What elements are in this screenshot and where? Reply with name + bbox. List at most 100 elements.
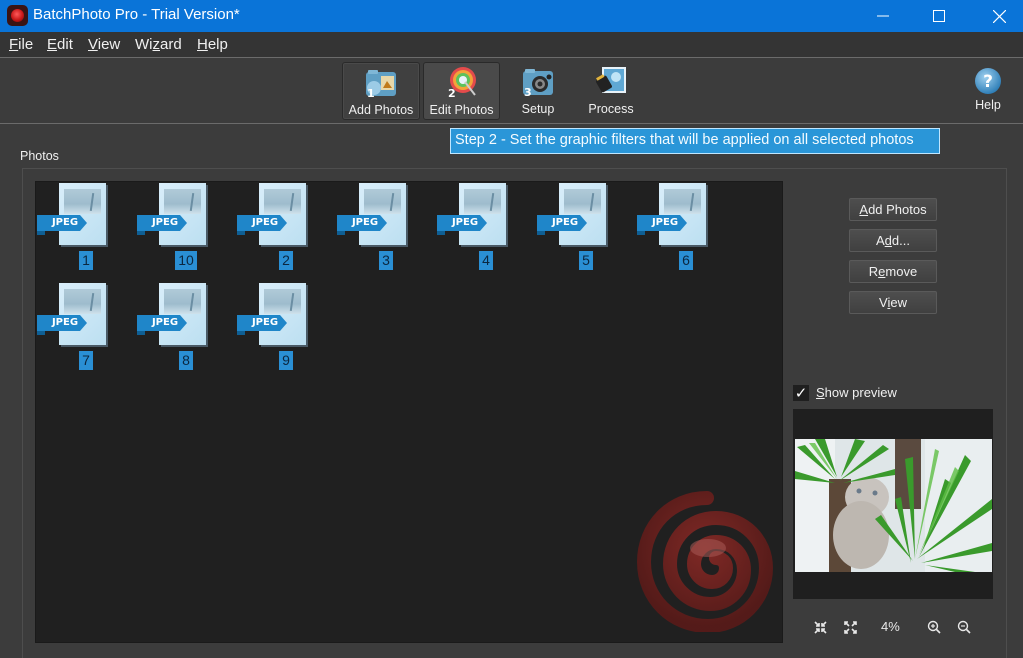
- zoom-in-button[interactable]: [927, 619, 941, 635]
- maximize-icon: [933, 10, 945, 22]
- photo-thumbnail[interactable]: JPEG 4: [437, 183, 535, 273]
- step-add-photos-button[interactable]: 1 Add Photos: [342, 62, 420, 120]
- process-icon: [594, 65, 628, 97]
- menu-file[interactable]: File: [9, 36, 33, 53]
- photo-thumbnail[interactable]: JPEG 2: [237, 183, 335, 273]
- jpeg-file-icon: [359, 183, 406, 245]
- add-photos-button[interactable]: Add Photos: [849, 198, 937, 221]
- thumbnail-label: 5: [579, 251, 593, 270]
- accel: S: [816, 385, 825, 400]
- thumbnail-label: 3: [379, 251, 393, 270]
- add-button[interactable]: Add...: [849, 229, 937, 252]
- zoom-in-icon: [927, 620, 941, 634]
- jpeg-file-icon: [159, 183, 206, 245]
- step-edit-photos-button[interactable]: 2 Edit Photos: [423, 62, 500, 120]
- file-type-tag: JPEG: [237, 215, 287, 231]
- jpeg-file-icon: [259, 183, 306, 245]
- window-title: BatchPhoto Pro - Trial Version*: [33, 6, 240, 23]
- shrink-arrows-icon: [814, 621, 827, 634]
- file-type-tag: JPEG: [137, 315, 187, 331]
- maximize-button[interactable]: [916, 0, 962, 32]
- close-button[interactable]: [976, 0, 1022, 32]
- file-type-tag: JPEG: [37, 315, 87, 331]
- image-placeholder-icon: [264, 289, 301, 314]
- cat-plant-photo: [795, 439, 992, 572]
- photos-group-label: Photos: [20, 149, 59, 163]
- label-text: how preview: [824, 385, 897, 400]
- step-setup-button[interactable]: 3 Setup: [508, 62, 568, 120]
- svg-text:2: 2: [448, 87, 456, 98]
- setup-icon: 3: [521, 65, 555, 99]
- accel: d: [884, 233, 892, 248]
- thumbnail-label-wrap: 4: [437, 250, 535, 270]
- photo-thumbnail[interactable]: JPEG 6: [637, 183, 735, 273]
- view-button[interactable]: View: [849, 291, 937, 314]
- file-type-tag: JPEG: [37, 215, 87, 231]
- menu-label: dit: [57, 36, 73, 53]
- thumbnail-label: 8: [179, 351, 193, 370]
- thumbnail-label-wrap: 7: [37, 350, 135, 370]
- button-label: d...: [891, 233, 910, 248]
- step-label: Process: [588, 102, 634, 116]
- menu-accel: V: [88, 36, 98, 53]
- button-label: move: [885, 264, 918, 279]
- toolbar: 1 Add Photos 2 Edit Photos 3 Setup Proce…: [0, 58, 1023, 124]
- menu-accel: H: [197, 36, 208, 53]
- menu-accel: F: [9, 36, 19, 53]
- preview-image: [795, 439, 992, 572]
- svg-text:?: ?: [983, 72, 993, 92]
- photo-thumbnail[interactable]: JPEG 5: [537, 183, 635, 273]
- thumbnail-label: 4: [479, 251, 493, 270]
- file-type-tag: JPEG: [637, 215, 687, 231]
- step-tooltip: Step 2 - Set the graphic filters that wi…: [450, 128, 940, 154]
- photo-thumbnail[interactable]: JPEG 10: [137, 183, 235, 273]
- photo-thumbnail[interactable]: JPEG 3: [337, 183, 435, 273]
- edit-photos-icon: 2: [445, 66, 479, 100]
- image-placeholder-icon: [664, 189, 701, 214]
- file-type-tag: JPEG: [337, 215, 387, 231]
- app-logo-icon: [7, 5, 28, 26]
- zoom-out-button[interactable]: [957, 619, 971, 635]
- help-button[interactable]: ? Help: [966, 62, 1010, 120]
- image-placeholder-icon: [464, 189, 501, 214]
- actual-size-button[interactable]: [844, 619, 857, 635]
- menu-help[interactable]: Help: [197, 36, 228, 53]
- jpeg-file-icon: [159, 283, 206, 345]
- thumbnail-label-wrap: 2: [237, 250, 335, 270]
- photo-thumbnail[interactable]: JPEG 9: [237, 283, 335, 373]
- show-preview-label[interactable]: Show preview: [816, 385, 897, 400]
- menu-accel: E: [47, 36, 58, 53]
- remove-button[interactable]: Remove: [849, 260, 937, 283]
- menu-label: elp: [207, 36, 228, 53]
- menu-accel: z: [152, 36, 161, 53]
- photo-thumbnail[interactable]: JPEG 8: [137, 283, 235, 373]
- file-type-tag: JPEG: [437, 215, 487, 231]
- thumbnail-label: 6: [679, 251, 693, 270]
- zoom-level: 4%: [881, 619, 900, 634]
- photo-thumbnail[interactable]: JPEG 1: [37, 183, 135, 273]
- photo-list[interactable]: JPEG 1 JPEG 10 JPEG 2 JPEG 3 JPEG 4 JPEG 5 JPEG 6 JPEG…: [35, 181, 783, 643]
- step-label: Setup: [521, 102, 555, 116]
- jpeg-file-icon: [259, 283, 306, 345]
- close-icon: [992, 9, 1006, 23]
- photo-thumbnail[interactable]: JPEG 7: [37, 283, 135, 373]
- step-label: Edit Photos: [429, 103, 494, 117]
- button-label: dd Photos: [868, 202, 927, 217]
- show-preview-checkbox[interactable]: ✓: [793, 385, 809, 401]
- thumbnail-label-wrap: 6: [637, 250, 735, 270]
- fit-to-window-button[interactable]: [814, 619, 827, 635]
- image-placeholder-icon: [564, 189, 601, 214]
- menu-edit[interactable]: Edit: [47, 36, 73, 53]
- step-label: Add Photos: [348, 103, 414, 117]
- jpeg-file-icon: [59, 283, 106, 345]
- image-placeholder-icon: [264, 189, 301, 214]
- menu-wizard[interactable]: Wizard: [135, 36, 182, 53]
- menu-view[interactable]: View: [88, 36, 120, 53]
- minimize-button[interactable]: [860, 0, 906, 32]
- thumbnail-label-wrap: 9: [237, 350, 335, 370]
- zoom-out-icon: [957, 620, 971, 634]
- add-photos-icon: 1: [364, 66, 398, 100]
- file-type-tag: JPEG: [137, 215, 187, 231]
- thumbnail-label-wrap: 1: [37, 250, 135, 270]
- step-process-button[interactable]: Process: [583, 62, 639, 120]
